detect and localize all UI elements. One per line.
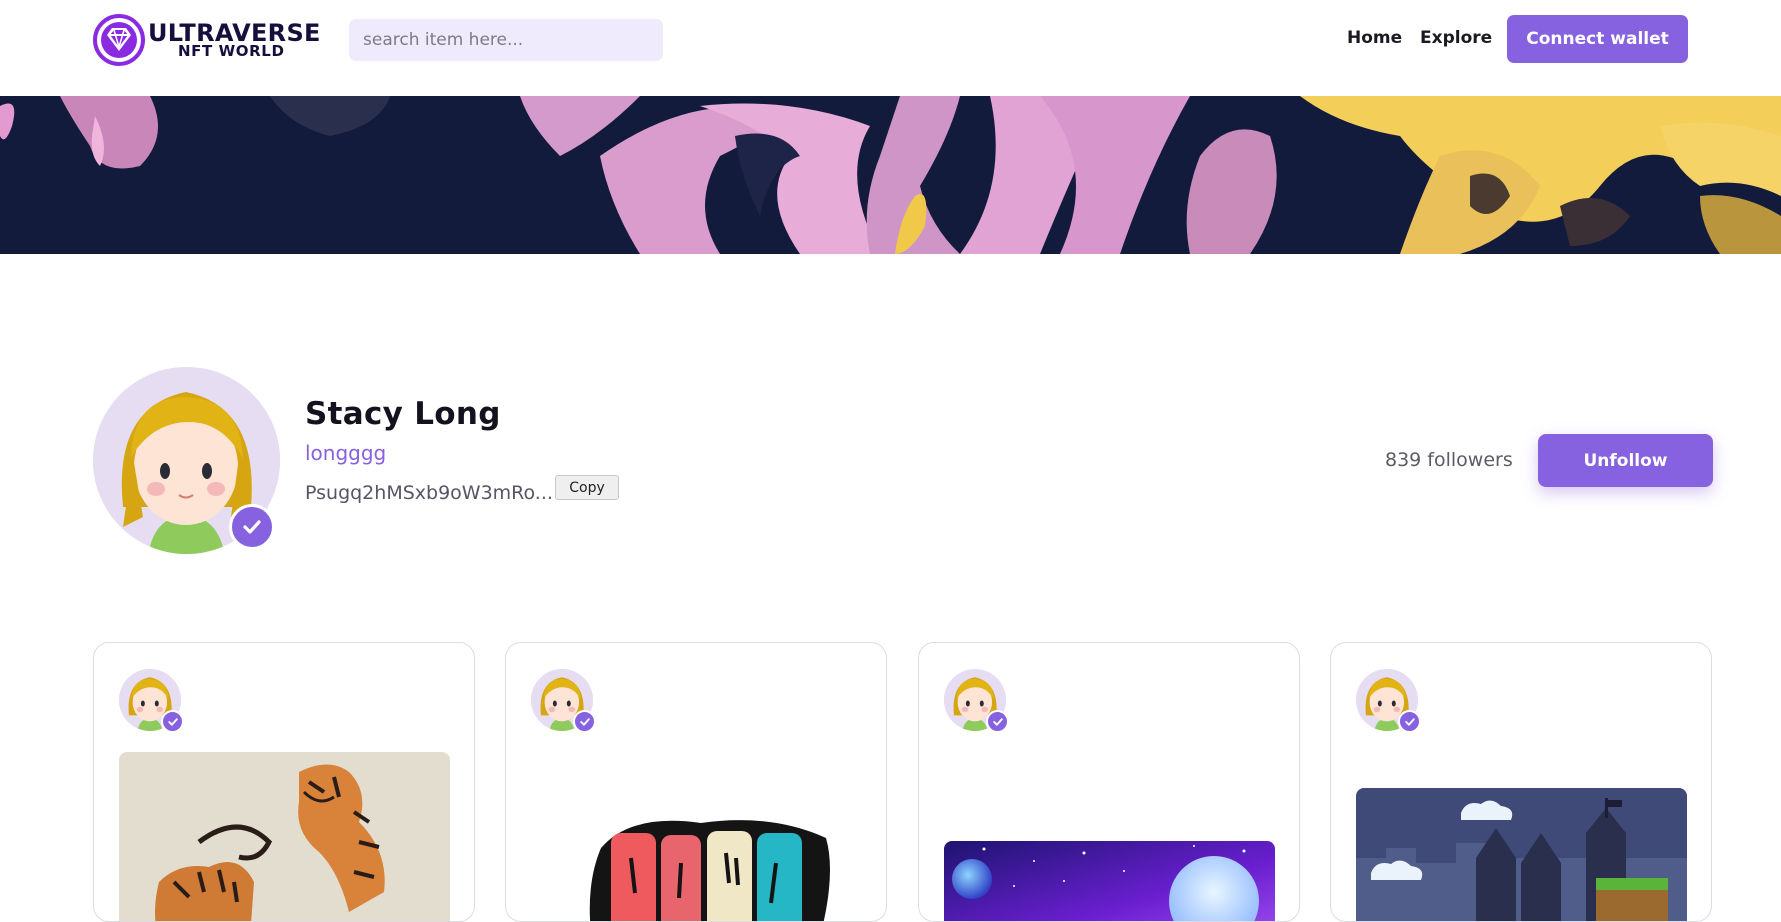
- verified-badge-icon: [1398, 710, 1421, 733]
- abstract-paint-artwork: [0, 96, 1781, 254]
- profile-name: Stacy Long: [305, 396, 501, 432]
- nft-card[interactable]: [1330, 642, 1712, 922]
- top-navbar: ULTRAVERSE NFT WORLD Home Explore Connec…: [0, 0, 1781, 96]
- copy-address-button[interactable]: Copy: [555, 475, 619, 500]
- nav-home-link[interactable]: Home: [1347, 28, 1402, 48]
- profile-username[interactable]: longggg: [305, 441, 386, 465]
- graffiti-letters-artwork: [531, 813, 862, 921]
- verified-badge-icon: [573, 710, 596, 733]
- pixel-castle-artwork: [1356, 788, 1687, 921]
- connect-wallet-button[interactable]: Connect wallet: [1507, 15, 1688, 63]
- nft-card[interactable]: [93, 642, 475, 922]
- checkmark-icon: [579, 717, 590, 726]
- checkmark-icon: [992, 717, 1003, 726]
- followers-count: 839 followers: [1385, 449, 1513, 471]
- nft-image[interactable]: [1356, 788, 1687, 921]
- checkmark-icon: [1404, 717, 1415, 726]
- nft-image[interactable]: [944, 841, 1275, 921]
- verified-badge-icon: [161, 710, 184, 733]
- checkmark-icon: [167, 717, 178, 726]
- verified-badge-icon: [229, 504, 275, 550]
- logo-wordmark: ULTRAVERSE NFT WORLD: [148, 21, 321, 59]
- ultraverse-logo[interactable]: ULTRAVERSE NFT WORLD: [92, 14, 321, 66]
- nft-card[interactable]: [505, 642, 887, 922]
- nft-card[interactable]: [918, 642, 1300, 922]
- search-input[interactable]: [349, 19, 663, 61]
- tigers-artwork: [119, 752, 450, 921]
- nft-image[interactable]: [531, 813, 862, 921]
- nav-explore-link[interactable]: Explore: [1420, 28, 1492, 48]
- profile-banner-image: [0, 96, 1781, 254]
- unfollow-button[interactable]: Unfollow: [1538, 434, 1713, 487]
- checkmark-icon: [243, 520, 261, 534]
- nft-image[interactable]: [119, 752, 450, 921]
- space-planets-artwork: [944, 841, 1275, 921]
- wallet-address: Psugq2hMSxb9oW3mRo...: [305, 482, 553, 504]
- diamond-logo-icon: [93, 14, 145, 66]
- verified-badge-icon: [986, 710, 1009, 733]
